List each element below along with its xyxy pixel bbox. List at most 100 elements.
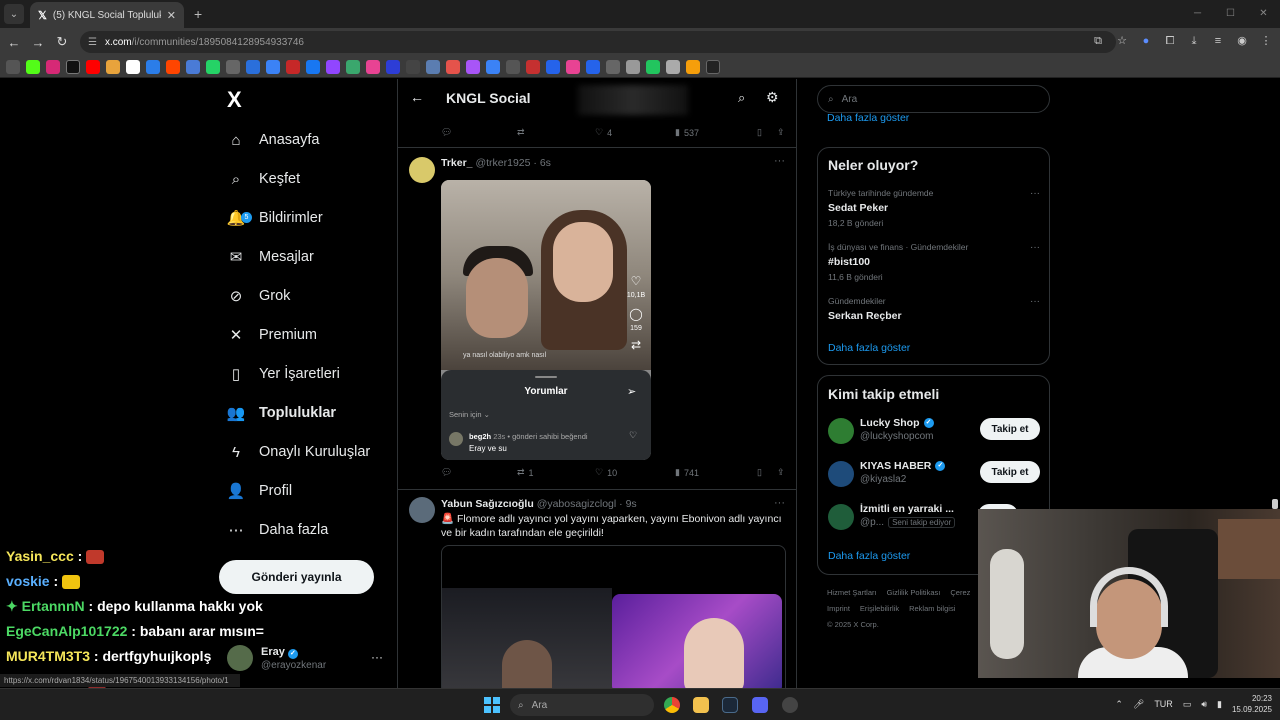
bookmark-post-icon[interactable]: ▯ (757, 127, 777, 138)
like-button[interactable]: ♡ 10 (595, 467, 675, 478)
bookmark-whatsapp-icon[interactable] (206, 59, 220, 74)
star-icon[interactable]: ☆ (1114, 33, 1130, 49)
language-indicator[interactable]: TUR (1154, 699, 1173, 709)
footer-link[interactable]: Hizmet Şartları (827, 588, 877, 597)
suggestion-avatar[interactable] (828, 418, 854, 444)
nav-item-mesajlar[interactable]: ✉ Mesajlar (227, 241, 314, 273)
author-handle[interactable]: @yabosagizclogl (537, 498, 617, 510)
bookmark-green-icon[interactable] (346, 59, 360, 74)
bookmark-pill-icon[interactable] (566, 59, 580, 74)
tray-chevron-icon[interactable]: ⌃ (1115, 699, 1123, 710)
post-more-icon[interactable]: ··· (774, 497, 785, 509)
bookmark-circle-icon[interactable] (546, 59, 560, 74)
who-show-more[interactable]: Daha fazla göster (828, 550, 910, 562)
battery-icon[interactable]: ▮ (1217, 699, 1222, 710)
post-media-video[interactable] (441, 545, 786, 688)
trend-item[interactable]: Türkiye tarihinde gündemde Sedat Peker 18,… (828, 188, 1040, 228)
file-explorer-icon[interactable] (693, 697, 709, 713)
views-button[interactable]: ▮ 741 (675, 467, 757, 478)
nav-item-profil[interactable]: 👤 Profil (227, 475, 292, 507)
bookmark-youtube-icon[interactable] (86, 59, 100, 74)
reply-icon[interactable]: 💬︎ (441, 467, 517, 478)
bookmark-instagram-icon[interactable] (46, 59, 60, 74)
footer-link[interactable]: Gizlilik Politikası (887, 588, 941, 597)
scrollbar-thumb[interactable] (1272, 499, 1278, 509)
follow-button[interactable]: Takip et (980, 418, 1040, 440)
follow-button[interactable]: Takip et (980, 461, 1040, 483)
url-bar[interactable]: ☰ x.com/i/communities/189508412895493374… (80, 31, 1116, 53)
footer-link[interactable]: Reklam bilgisi (909, 604, 955, 613)
avatar[interactable] (409, 157, 435, 183)
close-window-icon[interactable]: ✕ (1247, 0, 1280, 28)
avatar[interactable] (409, 497, 435, 523)
nav-item-keşfet[interactable]: ⌕ Keşfet (227, 163, 300, 195)
chrome-icon[interactable] (664, 697, 680, 713)
bookmark-chart-icon[interactable] (526, 59, 540, 74)
follow-suggestion[interactable]: Lucky Shop ✓ @luckyshopcom Takip et (828, 416, 1043, 450)
maximize-icon[interactable]: ☐ (1214, 0, 1247, 28)
bookmark-s-icon[interactable] (226, 59, 240, 74)
nav-item-daha-fazla[interactable]: ⋯ Daha fazla (227, 514, 329, 546)
community-search-icon[interactable]: ⌕ (738, 90, 745, 106)
account-more-icon[interactable]: ··· (371, 650, 383, 664)
footer-link[interactable]: © 2025 X Corp. (827, 620, 879, 629)
suggestion-name[interactable]: İzmitli en yarraki ... (860, 503, 954, 515)
profile-avatar-icon[interactable]: ◉ (1234, 33, 1250, 49)
nav-item-bildirimler[interactable]: 🔔 5 Bildirimler (227, 202, 323, 234)
apps-icon[interactable] (6, 59, 20, 74)
bookmark-mail-icon[interactable] (286, 59, 300, 74)
bookmark-blue2-icon[interactable] (486, 59, 500, 74)
site-info-icon[interactable]: ☰ (88, 37, 97, 48)
suggestion-name[interactable]: Lucky Shop ✓ (860, 417, 934, 429)
bookmark-square-icon[interactable] (586, 59, 600, 74)
bookmark-gray-icon[interactable] (506, 59, 520, 74)
repost-button[interactable]: ⇄ 1 (517, 467, 595, 478)
bookmark-dark-icon[interactable] (706, 59, 720, 74)
like-button[interactable]: ♡ 4 (595, 127, 675, 138)
footer-link[interactable]: Çerez (950, 588, 970, 597)
reply-icon[interactable]: 💬︎ (441, 127, 517, 138)
bookmark-image-icon[interactable] (426, 59, 440, 74)
discord-icon[interactable] (752, 697, 768, 713)
bookmark-tree-icon[interactable] (646, 59, 660, 74)
bookmark-google-icon[interactable] (126, 59, 140, 74)
x-logo-icon[interactable]: X (227, 87, 242, 113)
nav-item-topluluklar[interactable]: 👥 Topluluklar (227, 397, 336, 429)
bookmark-blue-icon[interactable] (266, 59, 280, 74)
microphone-icon[interactable]: 🎤︎ (1133, 699, 1144, 710)
post-more-icon[interactable]: ··· (774, 155, 785, 167)
volume-icon[interactable]: 🔊︎ (1201, 699, 1207, 710)
bookmark-link-icon[interactable] (606, 59, 620, 74)
tab-search-button[interactable]: ⌄ (4, 4, 24, 24)
post-time[interactable]: · 9s (619, 498, 637, 510)
bookmark-outlook-icon[interactable] (146, 59, 160, 74)
trend-item[interactable]: Gündemdekiler Serkan Reçber ··· (828, 296, 1040, 326)
repost-icon[interactable]: ⇄ (517, 127, 595, 138)
trend-item[interactable]: İş dünyası ve finans · Gündemdekiler #bis… (828, 242, 1040, 282)
bookmark-x-icon[interactable] (66, 59, 80, 74)
author-name[interactable]: Yabun Sağızcıoğlu (441, 498, 534, 510)
minimize-icon[interactable]: ─ (1181, 0, 1214, 28)
bookmark-kick-icon[interactable] (26, 59, 40, 74)
browser-tab[interactable]: 𝕏 (5) KNGL Social Topluluk / X ✕ (30, 2, 184, 28)
trend-more-icon[interactable]: ··· (1030, 296, 1040, 307)
nav-item-grok[interactable]: ⊘ Grok (227, 280, 291, 312)
bookmark-gmail-icon[interactable] (106, 59, 120, 74)
bookmark-globe-icon[interactable] (626, 59, 640, 74)
steam-icon[interactable] (722, 697, 738, 713)
footer-link[interactable]: Imprint (827, 604, 850, 613)
trends-show-more[interactable]: Daha fazla göster (828, 342, 910, 354)
bookmark-pink-icon[interactable] (366, 59, 380, 74)
network-icon[interactable]: ▭ (1183, 699, 1192, 710)
suggestion-avatar[interactable] (828, 461, 854, 487)
views-button[interactable]: ▮ 537 (675, 127, 757, 138)
menu-kebab-icon[interactable]: ⋮ (1258, 33, 1274, 49)
windows-start-icon[interactable] (484, 697, 500, 713)
bookmark-arrow-icon[interactable] (406, 59, 420, 74)
forward-icon[interactable]: → (26, 35, 50, 50)
install-icon[interactable]: ⧉ (1090, 33, 1106, 49)
taskbar-search[interactable]: ⌕ Ara (510, 694, 654, 716)
trend-more-icon[interactable]: ··· (1030, 242, 1040, 253)
footer-link[interactable]: Erişilebilirlik (860, 604, 899, 613)
post-time[interactable]: · 6s (533, 157, 551, 169)
